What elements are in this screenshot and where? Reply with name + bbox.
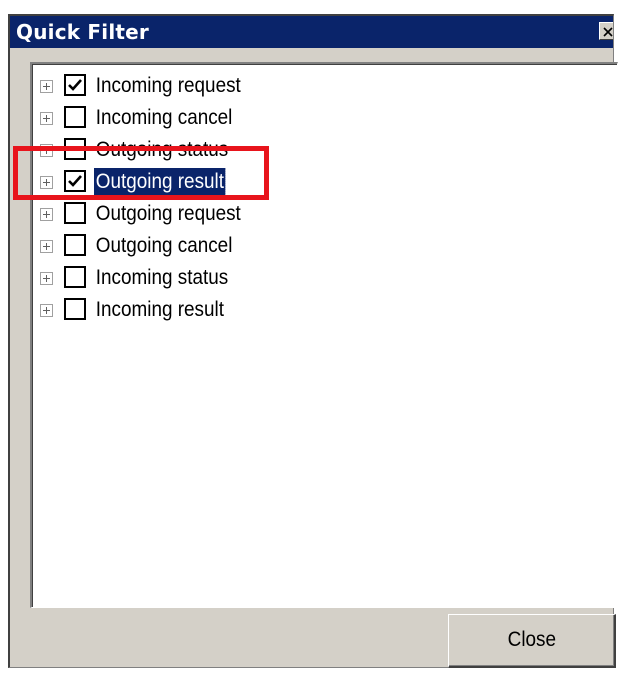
plus-expander-icon[interactable] [40, 272, 53, 285]
close-icon[interactable] [599, 22, 613, 40]
plus-expander-icon[interactable] [40, 240, 53, 253]
tree-item-label: Outgoing cancel [95, 234, 233, 257]
checkbox-unchecked-icon[interactable] [64, 138, 86, 160]
tree-item-incoming-cancel[interactable]: Incoming cancel [32, 104, 592, 136]
checkbox-unchecked-icon[interactable] [64, 202, 86, 224]
tree-item-label: Outgoing request [95, 202, 241, 225]
checkbox-checked-icon[interactable] [64, 170, 86, 192]
checkbox-checked-icon[interactable] [64, 74, 86, 96]
tree-item-incoming-status[interactable]: Incoming status [32, 264, 592, 296]
checkbox-unchecked-icon[interactable] [64, 234, 86, 256]
plus-expander-icon[interactable] [40, 208, 53, 221]
tree-item-label: Incoming result [95, 298, 224, 321]
tree-item-outgoing-result[interactable]: Outgoing result [32, 167, 592, 200]
plus-expander-icon[interactable] [40, 176, 53, 189]
tree-item-outgoing-request[interactable]: Outgoing request [32, 200, 592, 232]
filter-tree[interactable]: Incoming request Incoming cancel Outgoin… [30, 62, 618, 608]
tree-item-label: Incoming request [95, 74, 241, 97]
tree-item-label: Incoming cancel [95, 106, 233, 129]
plus-expander-icon[interactable] [40, 80, 53, 93]
tree-item-label-selected: Outgoing result [93, 167, 227, 197]
tree-item-label: Outgoing status [95, 138, 229, 161]
plus-expander-icon[interactable] [40, 112, 53, 125]
close-button[interactable]: Close [448, 614, 616, 668]
tree-item-incoming-result[interactable]: Incoming result [32, 296, 592, 328]
quick-filter-window: Quick Filter Incoming request Incoming c… [8, 14, 618, 668]
plus-expander-icon[interactable] [40, 144, 53, 157]
checkbox-unchecked-icon[interactable] [64, 106, 86, 128]
title-bar[interactable]: Quick Filter [10, 16, 613, 48]
window-title: Quick Filter [16, 20, 149, 44]
plus-expander-icon[interactable] [40, 304, 53, 317]
checkbox-unchecked-icon[interactable] [64, 266, 86, 288]
tree-item-outgoing-status[interactable]: Outgoing status [32, 136, 592, 168]
close-button-label: Close [507, 628, 556, 651]
checkbox-unchecked-icon[interactable] [64, 298, 86, 320]
tree-item-outgoing-cancel[interactable]: Outgoing cancel [32, 232, 592, 264]
tree-item-incoming-request[interactable]: Incoming request [32, 72, 592, 104]
tree-item-label: Incoming status [95, 266, 229, 289]
